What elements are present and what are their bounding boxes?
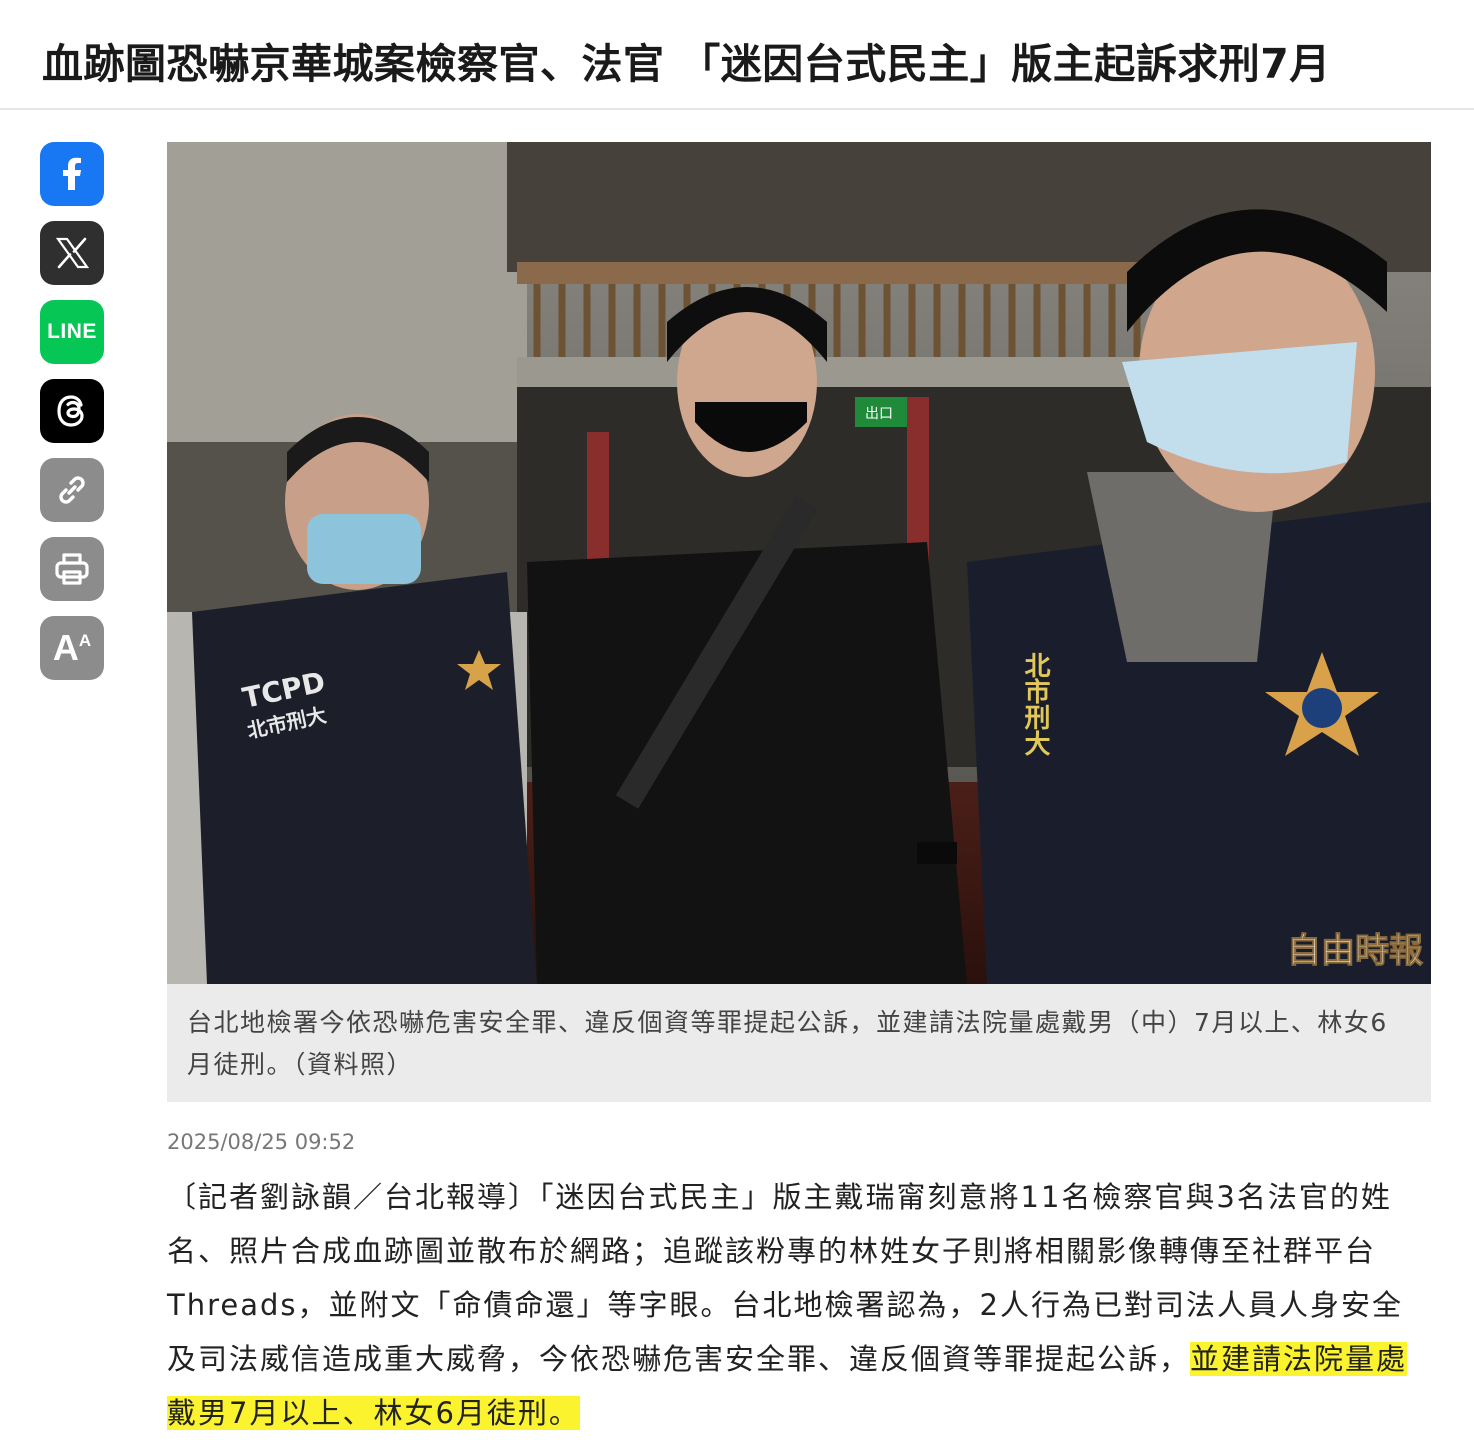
x-icon (55, 237, 90, 269)
threads-share-button[interactable] (40, 379, 104, 443)
page-title: 血跡圖恐嚇京華城案檢察官、法官 「迷因台式民主」版主起訴求刑7月 (42, 40, 1331, 88)
headline-bar: 血跡圖恐嚇京華城案檢察官、法官 「迷因台式民主」版主起訴求刑7月 (0, 0, 1474, 110)
publish-date: 2025/08/25 09:52 (167, 1130, 356, 1154)
share-toolbar: LINE AA (40, 142, 104, 695)
font-size-button[interactable]: AA (40, 616, 104, 680)
x-share-button[interactable] (40, 221, 104, 285)
vest-right-text: 北市刑大 (1020, 652, 1050, 756)
facebook-icon (63, 157, 81, 190)
photo-watermark: 自由時報 (1287, 931, 1423, 971)
line-label: LINE (47, 320, 97, 343)
copy-link-button[interactable] (40, 458, 104, 522)
font-size-icon: AA (52, 627, 92, 668)
article-photo: 出口 TCPD 北市刑大 北市刑大 自由時報 (167, 142, 1431, 984)
print-icon (55, 553, 89, 585)
line-share-button[interactable]: LINE (40, 300, 104, 364)
photo-caption-box: 台北地檢署今依恐嚇危害安全罪、違反個資等罪提起公訴，並建請法院量處戴男（中）7月… (167, 984, 1431, 1102)
link-icon (59, 476, 85, 504)
threads-icon (57, 395, 84, 427)
facebook-share-button[interactable] (40, 142, 104, 206)
print-button[interactable] (40, 537, 104, 601)
photo-caption: 台北地檢署今依恐嚇危害安全罪、違反個資等罪提起公訴，並建請法院量處戴男（中）7月… (187, 1008, 1388, 1079)
article-body: 〔記者劉詠韻／台北報導〕「迷因台式民主」版主戴瑞甯刻意將11名檢察官與3名法官的… (167, 1170, 1431, 1440)
exit-sign: 出口 (865, 406, 893, 422)
